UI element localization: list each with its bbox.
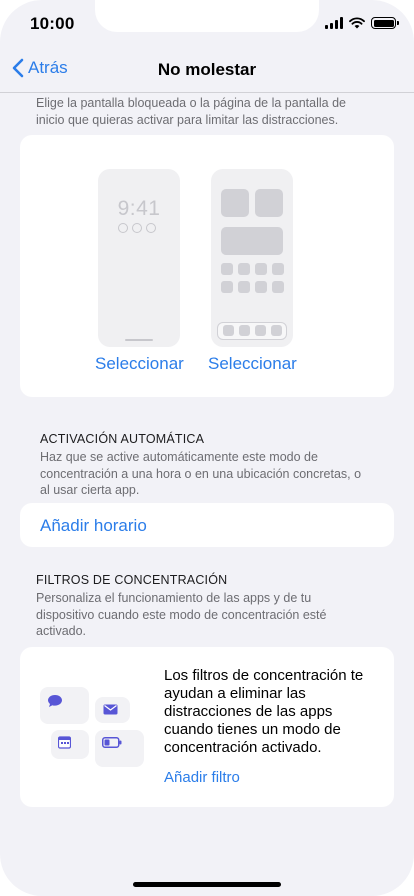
notch xyxy=(95,0,319,32)
nav-divider xyxy=(0,92,414,93)
automatic-activation-header: ACTIVACIÓN AUTOMÁTICA xyxy=(40,432,205,446)
lock-screen-home-bar xyxy=(125,339,153,341)
status-bar: 10:00 xyxy=(0,0,414,48)
home-app-icon xyxy=(221,281,233,293)
status-icons xyxy=(325,17,399,29)
home-widget-wide xyxy=(221,227,283,255)
filter-illustration-tile xyxy=(95,697,130,723)
lock-screen-preview[interactable]: 9:41 xyxy=(98,169,180,347)
page-title: No molestar xyxy=(157,60,257,79)
focus-filters-header: FILTROS DE CONCENTRACIÓN xyxy=(36,573,228,587)
phone-screen: 10:00 Atrás No molestar Elige la pantall… xyxy=(0,0,414,896)
filter-illustration-tile xyxy=(51,730,89,759)
filter-illustration-tile xyxy=(95,730,144,767)
home-screen-preview[interactable] xyxy=(211,169,293,347)
battery-low-icon xyxy=(102,737,122,748)
filter-illustration-tile xyxy=(40,687,89,724)
home-app-icon xyxy=(272,281,284,293)
home-indicator[interactable] xyxy=(133,882,281,887)
status-time: 10:00 xyxy=(30,14,75,33)
select-home-screen-button[interactable]: Seleccionar xyxy=(208,354,297,374)
calendar-icon xyxy=(58,736,71,749)
home-app-icon xyxy=(272,263,284,275)
add-schedule-button[interactable]: Añadir horario xyxy=(40,516,147,536)
focus-filters-card-text: Los filtros de concentración te ayudan a… xyxy=(164,667,364,756)
cellular-signal-icon xyxy=(325,17,343,29)
battery-icon xyxy=(371,17,399,29)
home-app-icon xyxy=(238,263,250,275)
home-dock xyxy=(217,322,287,340)
message-bubble-icon xyxy=(48,695,62,707)
select-lock-screen-button[interactable]: Seleccionar xyxy=(95,354,184,374)
lock-screen-widgets xyxy=(118,223,156,233)
home-widget-small xyxy=(221,189,249,217)
home-app-icon xyxy=(255,263,267,275)
screens-card xyxy=(20,135,394,397)
mail-icon xyxy=(103,704,118,715)
home-app-icon xyxy=(255,281,267,293)
home-app-icon xyxy=(221,263,233,275)
wifi-icon xyxy=(349,17,365,29)
add-schedule-row[interactable]: Añadir horario xyxy=(20,503,394,547)
add-filter-button[interactable]: Añadir filtro xyxy=(164,769,240,786)
focus-filters-description: Personaliza el funcionamiento de las app… xyxy=(36,591,327,638)
automatic-activation-description: Haz que se active automáticamente este m… xyxy=(40,450,362,497)
lock-screen-time: 9:41 xyxy=(117,197,161,220)
navigation-bar: Atrás No molestar xyxy=(0,48,414,92)
home-app-icon xyxy=(238,281,250,293)
home-widget-small xyxy=(255,189,283,217)
screens-description: Elige la pantalla bloqueada o la página … xyxy=(36,96,346,127)
